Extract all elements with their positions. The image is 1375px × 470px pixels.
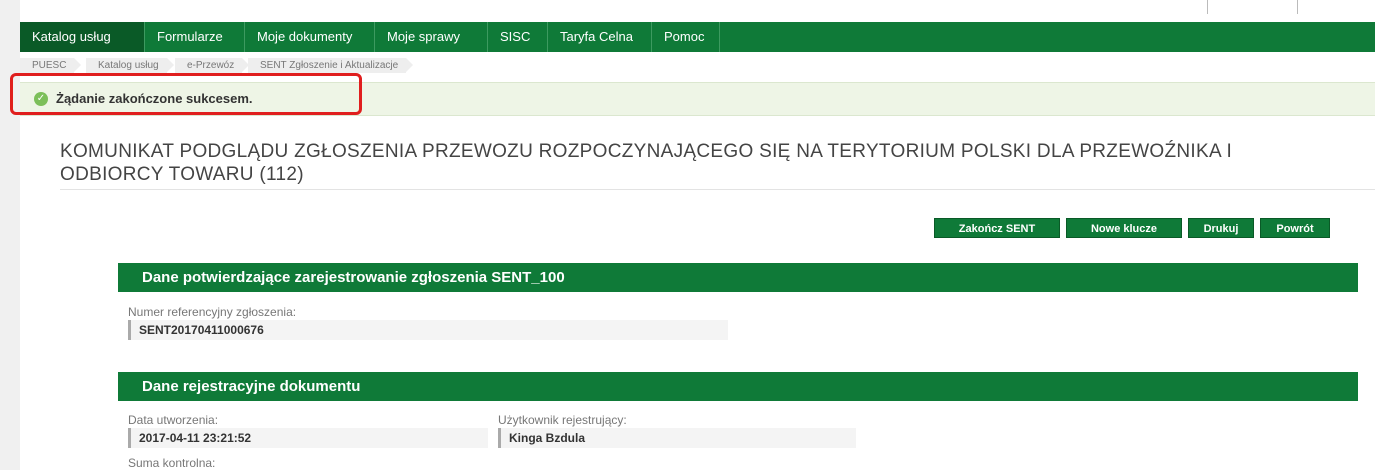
top-strip bbox=[20, 0, 1375, 22]
top-separator bbox=[1297, 0, 1298, 14]
section-header-registration: Dane rejestracyjne dokumentu bbox=[118, 372, 1358, 401]
end-sent-button[interactable]: Zakończ SENT bbox=[934, 218, 1060, 238]
breadcrumb-item-katalog-uslug[interactable]: Katalog usług bbox=[86, 58, 174, 73]
breadcrumb-item-puesc[interactable]: PUESC bbox=[20, 58, 82, 73]
created-date-value: 2017-04-11 23:21:52 bbox=[128, 428, 488, 448]
main-nav: Katalog usług Formularze Moje dokumenty … bbox=[20, 22, 1375, 52]
page-title: KOMUNIKAT PODGLĄDU ZGŁOSZENIA PRZEWOZU R… bbox=[60, 141, 1233, 185]
breadcrumb-item-sent[interactable]: SENT Zgłoszenie i Aktualizacje bbox=[248, 58, 414, 73]
page: Katalog usług Formularze Moje dokumenty … bbox=[10, 0, 1375, 470]
section-header-confirmation: Dane potwierdzające zarejestrowanie zgło… bbox=[118, 263, 1358, 292]
created-date-label: Data utworzenia: bbox=[128, 413, 219, 427]
nav-item-formularze[interactable]: Formularze bbox=[145, 22, 245, 52]
title-divider bbox=[60, 189, 1375, 190]
reference-number-value: SENT20170411000676 bbox=[128, 320, 728, 340]
top-separator bbox=[1207, 0, 1208, 14]
nav-item-taryfa-celna[interactable]: Taryfa Celna bbox=[548, 22, 652, 52]
registering-user-label: Użytkownik rejestrujący: bbox=[498, 413, 627, 427]
reference-number-label: Numer referencyjny zgłoszenia: bbox=[128, 305, 297, 319]
nav-item-pomoc[interactable]: Pomoc bbox=[652, 22, 720, 52]
nav-item-moje-sprawy[interactable]: Moje sprawy bbox=[375, 22, 488, 52]
print-button[interactable]: Drukuj bbox=[1188, 218, 1254, 238]
nav-item-sisc[interactable]: SISC bbox=[488, 22, 548, 52]
nav-item-katalog-uslug[interactable]: Katalog usług bbox=[20, 22, 145, 52]
registering-user-value: Kinga Bzdula bbox=[498, 428, 856, 448]
checksum-label: Suma kontrolna: bbox=[128, 456, 216, 470]
nav-item-moje-dokumenty[interactable]: Moje dokumenty bbox=[245, 22, 375, 52]
new-keys-button[interactable]: Nowe klucze bbox=[1066, 218, 1182, 238]
back-button[interactable]: Powrót bbox=[1260, 218, 1330, 238]
breadcrumb-item-e-przewoz[interactable]: e-Przewóz bbox=[175, 58, 250, 73]
highlight-annotation-box bbox=[10, 73, 362, 115]
